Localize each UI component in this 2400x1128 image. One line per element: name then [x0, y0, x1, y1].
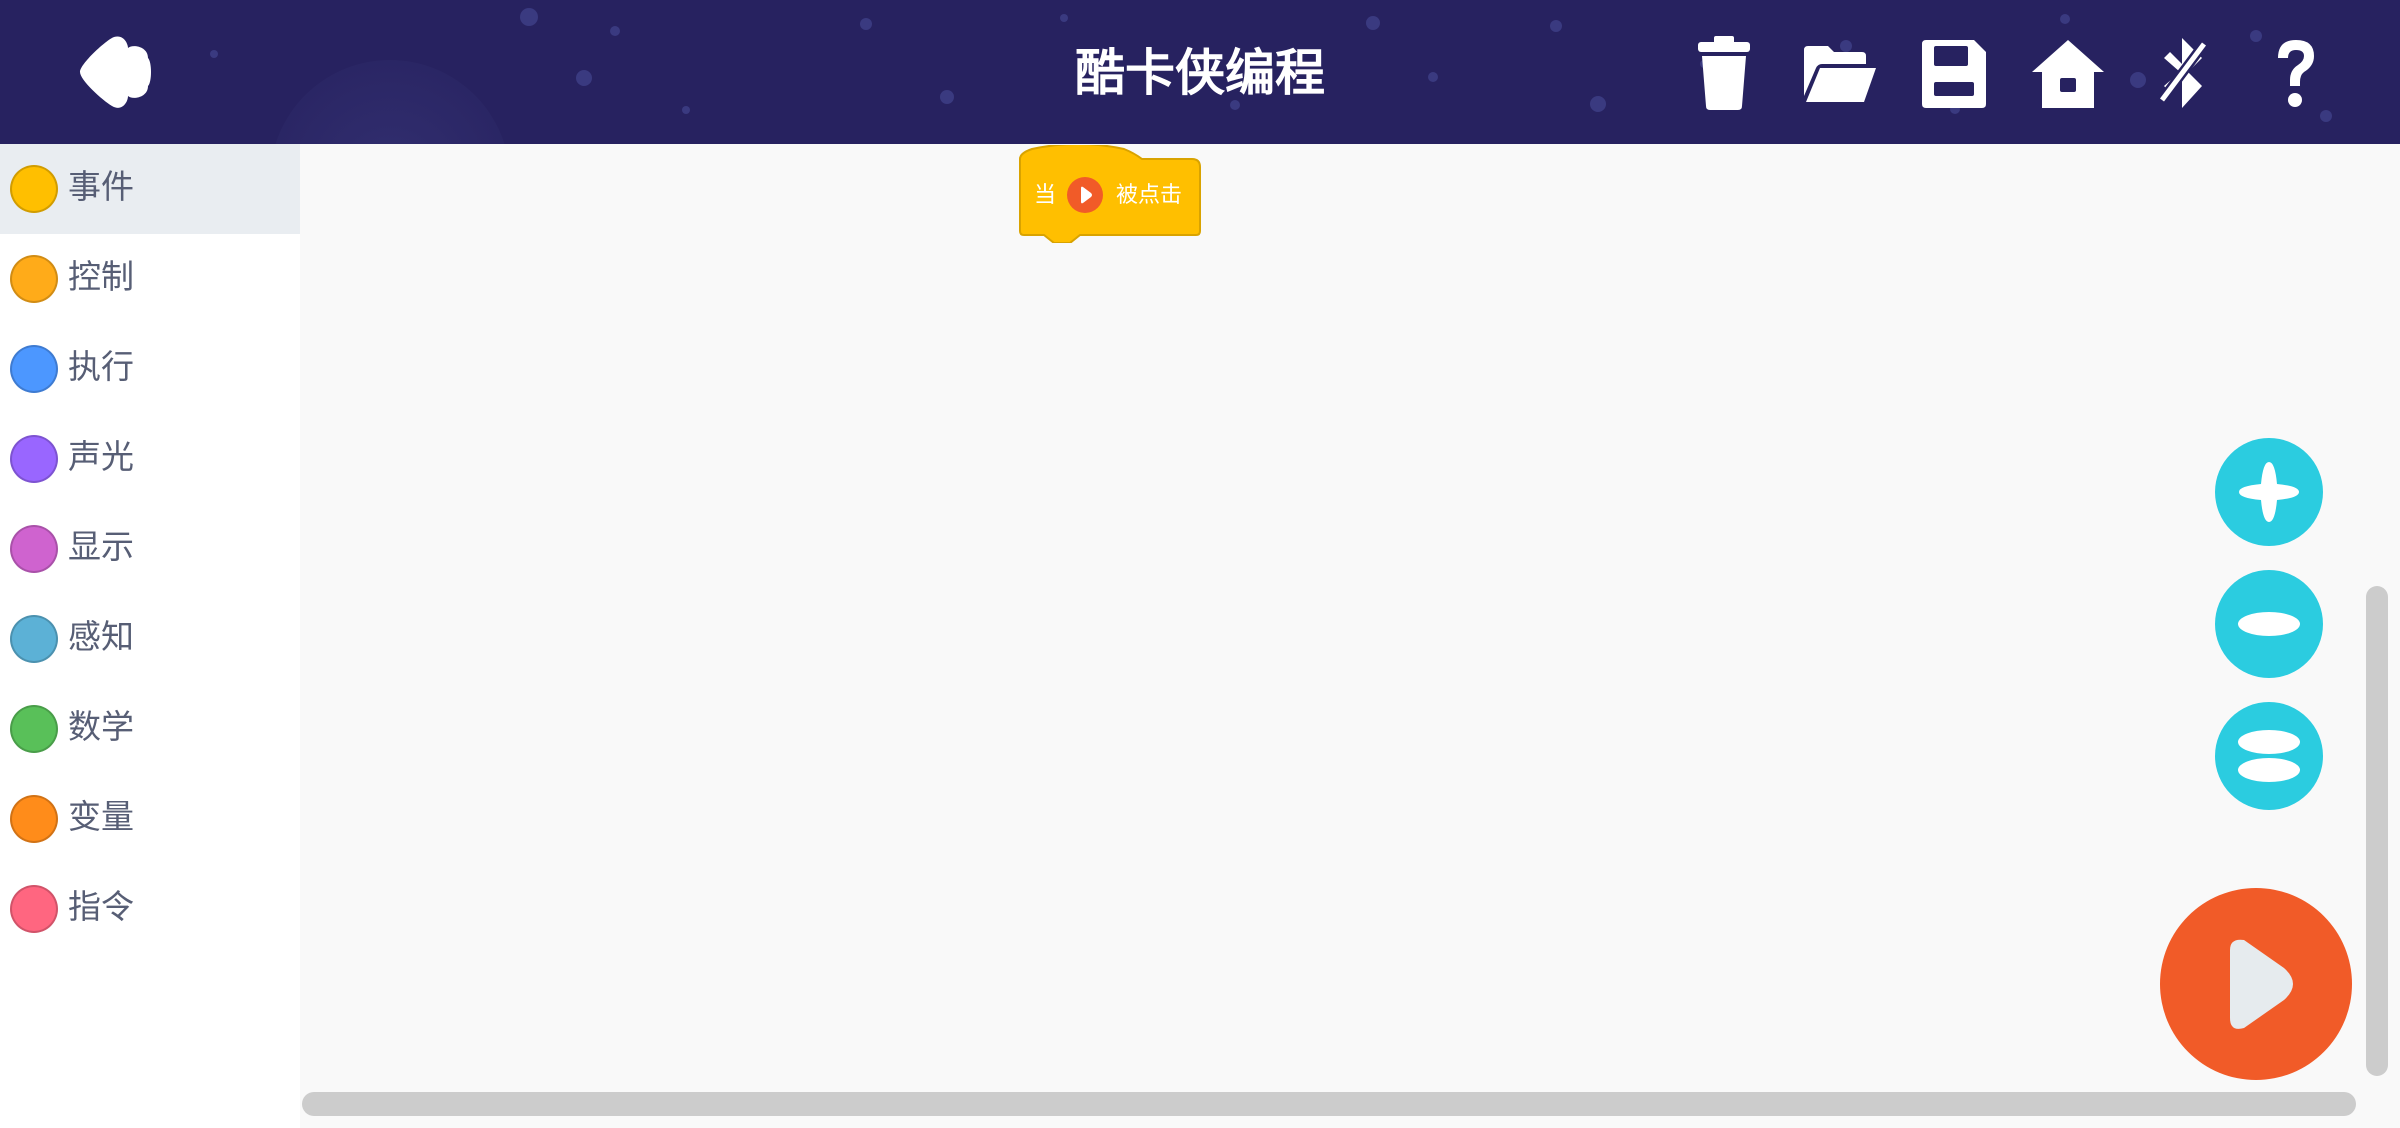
- zoom-reset-button[interactable]: [2215, 702, 2323, 810]
- help-button[interactable]: [2256, 34, 2336, 114]
- trash-icon: [1698, 36, 1750, 110]
- category-color-dot: [10, 885, 58, 933]
- category-item-math[interactable]: 数学: [0, 684, 300, 774]
- header-bubble: [1060, 14, 1068, 22]
- block-text-when: 当: [1034, 183, 1057, 208]
- clear-workspace-button[interactable]: [1684, 34, 1764, 114]
- zoom-in-icon: [2239, 462, 2299, 522]
- header-bubble: [940, 90, 954, 104]
- header-bubble: [860, 18, 872, 30]
- category-color-dot: [10, 615, 58, 663]
- header-bubble: [520, 8, 538, 26]
- question-mark-icon: [2278, 40, 2314, 107]
- category-color-dot: [10, 525, 58, 573]
- category-label: 控制: [68, 257, 134, 296]
- run-program-button[interactable]: [2160, 888, 2352, 1080]
- category-color-dot: [10, 795, 58, 843]
- category-label: 执行: [68, 347, 134, 386]
- bluetooth-disabled-icon: [2158, 38, 2208, 108]
- zoom-reset-icon: [2238, 730, 2300, 782]
- home-icon: [2032, 40, 2104, 108]
- top-bar: 酷卡侠编程: [0, 0, 2400, 144]
- floppy-save-icon: [1922, 40, 1986, 108]
- header-bubble: [610, 26, 620, 36]
- header-bubble: [1366, 16, 1380, 30]
- category-label: 变量: [68, 797, 134, 836]
- run-flag-icon: [1067, 177, 1103, 213]
- category-item-execute[interactable]: 执行: [0, 324, 300, 414]
- save-project-button[interactable]: [1914, 34, 1994, 114]
- category-color-dot: [10, 255, 58, 303]
- app-title: 酷卡侠编程: [1075, 44, 1325, 102]
- header-bubble: [210, 50, 218, 58]
- category-item-display[interactable]: 显示: [0, 504, 300, 594]
- folder-open-icon: [1804, 46, 1876, 102]
- category-sidebar: 事件 控制 执行 声光 显示 感知 数学 变量 指令: [0, 144, 300, 1128]
- category-label: 数学: [68, 707, 134, 746]
- header-bubble: [1550, 20, 1562, 32]
- category-label: 声光: [68, 437, 134, 476]
- category-item-variables[interactable]: 变量: [0, 774, 300, 864]
- horizontal-scrollbar[interactable]: [302, 1092, 2356, 1116]
- zoom-out-icon: [2238, 612, 2300, 636]
- category-color-dot: [10, 705, 58, 753]
- header-bubble: [1590, 96, 1606, 112]
- bluetooth-button[interactable]: [2142, 34, 2222, 114]
- home-button[interactable]: [2028, 34, 2108, 114]
- vertical-scrollbar[interactable]: [2366, 586, 2388, 1076]
- category-item-commands[interactable]: 指令: [0, 864, 300, 954]
- category-color-dot: [10, 435, 58, 483]
- play-icon: [2230, 939, 2293, 1029]
- category-item-events[interactable]: 事件: [0, 144, 300, 234]
- category-label: 事件: [68, 167, 134, 206]
- zoom-out-button[interactable]: [2215, 570, 2323, 678]
- header-bubble: [1428, 72, 1438, 82]
- category-label: 感知: [68, 617, 134, 656]
- open-project-button[interactable]: [1800, 34, 1880, 114]
- zoom-in-button[interactable]: [2215, 438, 2323, 546]
- back-button[interactable]: [76, 34, 156, 110]
- header-bubble: [682, 106, 690, 114]
- category-color-dot: [10, 165, 58, 213]
- category-item-sensing[interactable]: 感知: [0, 594, 300, 684]
- category-item-sound-light[interactable]: 声光: [0, 414, 300, 504]
- header-glow-decoration: [270, 60, 510, 144]
- block-text-clicked: 被点击: [1116, 183, 1183, 208]
- back-arrow-icon: [80, 36, 151, 108]
- category-color-dot: [10, 345, 58, 393]
- code-workspace[interactable]: [300, 144, 2400, 1128]
- header-bubble: [2060, 14, 2070, 24]
- category-label: 指令: [68, 887, 134, 926]
- category-label: 显示: [68, 527, 134, 566]
- header-bubble: [576, 70, 592, 86]
- category-item-control[interactable]: 控制: [0, 234, 300, 324]
